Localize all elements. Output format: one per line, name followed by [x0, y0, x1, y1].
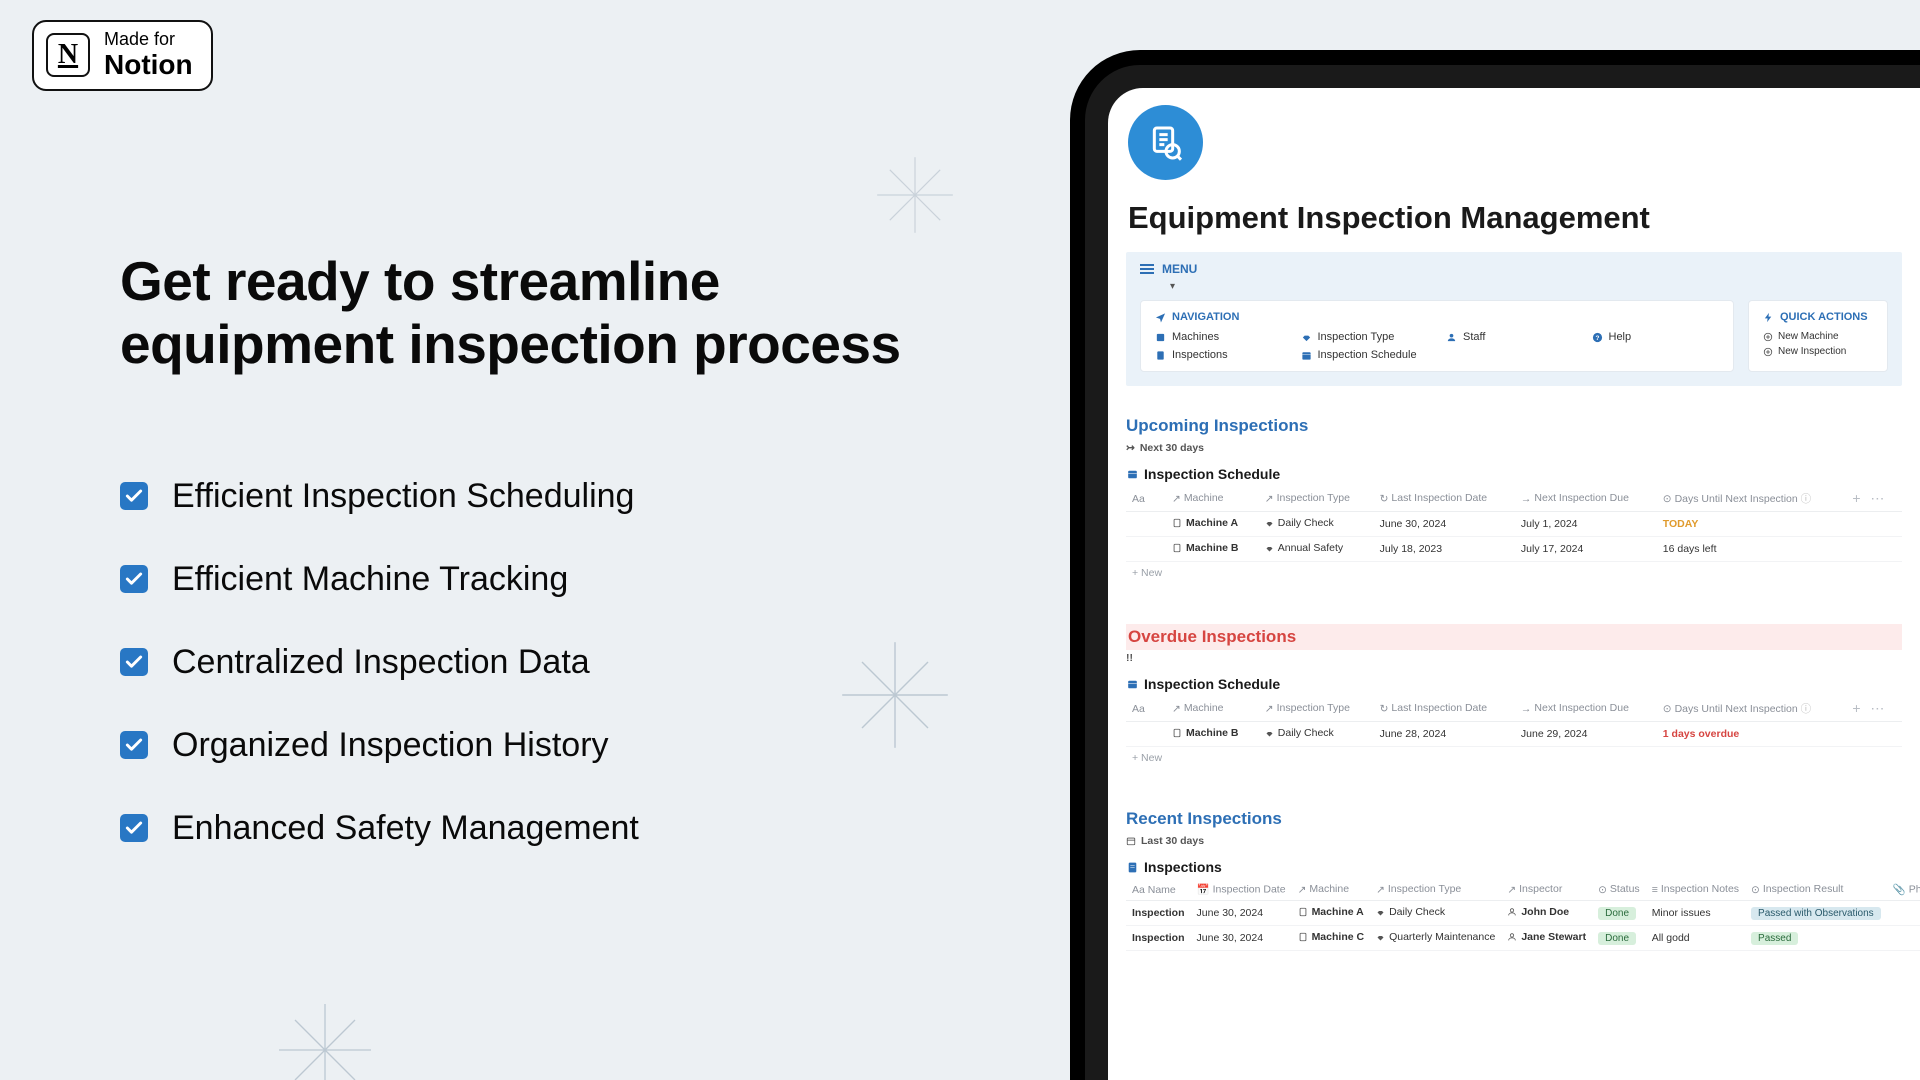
feature-item: Organized Inspection History: [120, 726, 940, 765]
check-icon: [120, 648, 148, 676]
feature-label: Enhanced Safety Management: [172, 809, 639, 848]
made-for-notion-badge: N Made for Notion: [32, 20, 213, 91]
check-icon: [120, 731, 148, 759]
feature-label: Efficient Inspection Scheduling: [172, 477, 634, 516]
view-tab[interactable]: ↣Next 30 days: [1126, 442, 1902, 454]
feature-label: Efficient Machine Tracking: [172, 560, 568, 599]
feature-item: Enhanced Safety Management: [120, 809, 940, 848]
notion-app: Equipment Inspection Management MENU ▾: [1108, 105, 1920, 951]
table-row[interactable]: Machine B Daily Check June 28, 2024 June…: [1126, 722, 1902, 747]
col-last[interactable]: ↻Last Inspection Date: [1374, 486, 1515, 512]
qa-title: QUICK ACTIONS: [1763, 311, 1873, 323]
col-actions[interactable]: + ⋯: [1846, 486, 1902, 512]
nav-help[interactable]: ?Help: [1592, 331, 1720, 343]
check-icon: [120, 814, 148, 842]
overdue-banner: Overdue Inspections: [1126, 624, 1902, 650]
menu-header[interactable]: MENU: [1140, 262, 1888, 276]
add-new-row[interactable]: + New: [1126, 562, 1902, 584]
upcoming-section: Upcoming Inspections ↣Next 30 days Inspe…: [1126, 416, 1902, 584]
toggle-arrow-icon[interactable]: ▾: [1170, 281, 1888, 292]
db-title[interactable]: Inspections: [1126, 859, 1902, 875]
page-title: Equipment Inspection Management: [1128, 200, 1920, 236]
check-icon: [120, 482, 148, 510]
qa-new-inspection[interactable]: New Inspection: [1763, 346, 1873, 357]
notion-logo-icon: N: [46, 33, 90, 77]
navigation-panel: NAVIGATION Machines Inspection Type Staf…: [1140, 300, 1734, 372]
feature-item: Centralized Inspection Data: [120, 643, 940, 682]
feature-label: Organized Inspection History: [172, 726, 609, 765]
nav-title: NAVIGATION: [1155, 311, 1719, 323]
svg-text:?: ?: [1595, 334, 1599, 341]
overdue-section: !! Inspection Schedule Aa ↗Machine ↗Insp…: [1126, 652, 1902, 769]
recent-section: Recent Inspections Last 30 days Inspecti…: [1126, 809, 1902, 951]
add-new-row[interactable]: + New: [1126, 747, 1902, 769]
section-title: Upcoming Inspections: [1126, 416, 1902, 436]
col-days[interactable]: ⊙Days Until Next Inspection ⓘ: [1657, 486, 1847, 512]
section-title: Recent Inspections: [1126, 809, 1902, 829]
menu-callout: MENU ▾ NAVIGATION Machines: [1126, 252, 1902, 386]
recent-table: Aa Name 📅Inspection Date ↗Machine ↗Inspe…: [1126, 879, 1920, 951]
col-next[interactable]: →Next Inspection Due: [1515, 486, 1657, 512]
overdue-table: Aa ↗Machine ↗Inspection Type ↻Last Inspe…: [1126, 696, 1902, 747]
db-title[interactable]: Inspection Schedule: [1126, 466, 1902, 482]
tablet-frame: Equipment Inspection Management MENU ▾: [1070, 50, 1920, 1080]
badge-made-for: Made for: [104, 30, 193, 50]
hamburger-icon: [1140, 264, 1154, 274]
nav-machines[interactable]: Machines: [1155, 331, 1283, 343]
table-row[interactable]: Inspection June 30, 2024 Machine C Quart…: [1126, 926, 1920, 951]
nav-inspections[interactable]: Inspections: [1155, 349, 1283, 361]
qa-new-machine[interactable]: New Machine: [1763, 331, 1873, 342]
feature-list: Efficient Inspection Scheduling Efficien…: [120, 477, 940, 848]
nav-inspection-type[interactable]: Inspection Type: [1301, 331, 1429, 343]
feature-item: Efficient Machine Tracking: [120, 560, 940, 599]
table-row[interactable]: Inspection June 30, 2024 Machine A Daily…: [1126, 901, 1920, 926]
badge-brand: Notion: [104, 50, 193, 81]
col-type[interactable]: ↗Inspection Type: [1259, 486, 1374, 512]
table-row[interactable]: Machine B Annual Safety July 18, 2023 Ju…: [1126, 537, 1902, 562]
sparkle-icon: [275, 1000, 375, 1080]
nav-schedule[interactable]: Inspection Schedule: [1301, 349, 1429, 361]
feature-label: Centralized Inspection Data: [172, 643, 590, 682]
col-aa[interactable]: Aa: [1126, 486, 1166, 512]
view-tab[interactable]: Last 30 days: [1126, 835, 1902, 847]
sparkle-icon: [870, 150, 960, 240]
page-icon[interactable]: [1128, 105, 1203, 180]
quick-actions-panel: QUICK ACTIONS New Machine New Inspection: [1748, 300, 1888, 372]
nav-staff[interactable]: Staff: [1446, 331, 1574, 343]
headline: Get ready to streamline equipment inspec…: [120, 250, 940, 377]
table-row[interactable]: Machine A Daily Check June 30, 2024 July…: [1126, 512, 1902, 537]
upcoming-table: Aa ↗Machine ↗Inspection Type ↻Last Inspe…: [1126, 486, 1902, 562]
check-icon: [120, 565, 148, 593]
col-machine[interactable]: ↗Machine: [1166, 486, 1259, 512]
section-title: Overdue Inspections: [1128, 627, 1296, 647]
menu-label: MENU: [1162, 262, 1197, 276]
feature-item: Efficient Inspection Scheduling: [120, 477, 940, 516]
view-tab[interactable]: !!: [1126, 652, 1902, 664]
db-title[interactable]: Inspection Schedule: [1126, 676, 1902, 692]
